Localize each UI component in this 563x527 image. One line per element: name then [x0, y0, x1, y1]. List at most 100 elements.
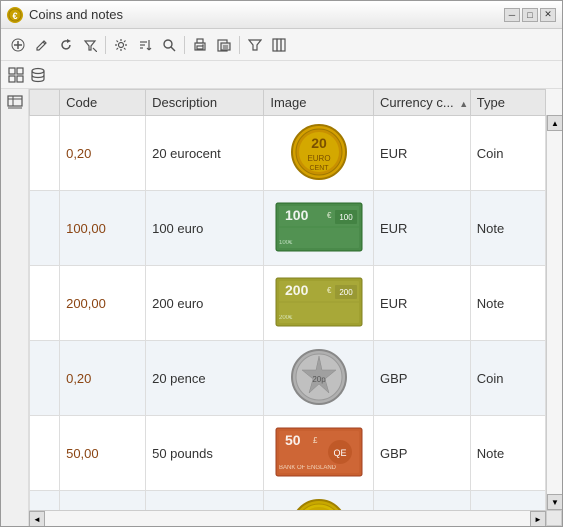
- separator-1: [105, 36, 106, 54]
- row-selector: [30, 416, 60, 491]
- table-row[interactable]: 100,00100 euro 100 € 100€ 100 EURNote: [30, 191, 546, 266]
- minimize-button[interactable]: ─: [504, 8, 520, 22]
- vertical-scrollbar[interactable]: ▲ ▼: [546, 115, 562, 510]
- header-select: [30, 90, 60, 116]
- print-button[interactable]: [189, 34, 211, 56]
- svg-text:200€: 200€: [279, 315, 293, 321]
- filter-button[interactable]: [244, 34, 266, 56]
- row-selector: [30, 341, 60, 416]
- scroll-right-button[interactable]: ►: [530, 511, 546, 526]
- h-scroll-track[interactable]: [45, 511, 530, 526]
- cell-currency: EUR: [373, 116, 470, 191]
- cell-description: 200 euro: [146, 266, 264, 341]
- table-row[interactable]: 200,00200 euro 200 € 200€ 200 EURNote: [30, 266, 546, 341]
- search-button[interactable]: [158, 34, 180, 56]
- cell-image: 200 € 200€ 200: [264, 266, 374, 341]
- svg-text:€: €: [327, 211, 332, 220]
- cell-description: 50 pounds: [146, 416, 264, 491]
- header-type[interactable]: Type: [470, 90, 545, 116]
- app-icon: €: [7, 7, 23, 23]
- db-icon[interactable]: [29, 66, 47, 84]
- table-row[interactable]: 1,001 pound £1 ONE POUND GBPCoin: [30, 491, 546, 511]
- svg-text:200: 200: [339, 288, 353, 297]
- cell-type: Coin: [470, 491, 545, 511]
- header-currency[interactable]: Currency c... ▲: [373, 90, 470, 116]
- main-window: € Coins and notes ─ □ ✕: [0, 0, 563, 527]
- cell-type: Coin: [470, 116, 545, 191]
- cell-code: 0,20: [60, 341, 146, 416]
- restore-button[interactable]: □: [522, 8, 538, 22]
- cell-code: 0,20: [60, 116, 146, 191]
- separator-2: [184, 36, 185, 54]
- cell-type: Coin: [470, 341, 545, 416]
- filter-toggle-button[interactable]: [79, 34, 101, 56]
- cell-description: 20 eurocent: [146, 116, 264, 191]
- svg-text:20p: 20p: [312, 375, 326, 384]
- row-selector: [30, 266, 60, 341]
- cell-code: 200,00: [60, 266, 146, 341]
- scroll-track[interactable]: [547, 131, 562, 494]
- cell-description: 20 pence: [146, 341, 264, 416]
- table-body: 0,2020 eurocent 20 EURO CENT EURCoin100,…: [30, 116, 546, 511]
- sort-button[interactable]: [134, 34, 156, 56]
- svg-text:50: 50: [285, 432, 301, 448]
- refresh-button[interactable]: [55, 34, 77, 56]
- add-button[interactable]: [7, 34, 29, 56]
- scroll-down-button[interactable]: ▼: [547, 494, 562, 510]
- svg-text:20: 20: [311, 135, 327, 151]
- cell-image: 20 EURO CENT: [264, 116, 374, 191]
- horizontal-scrollbar[interactable]: ◄ ►: [29, 510, 546, 526]
- window-title: Coins and notes: [29, 7, 504, 22]
- title-bar: € Coins and notes ─ □ ✕: [1, 1, 562, 29]
- separator-3: [239, 36, 240, 54]
- svg-text:100: 100: [285, 207, 309, 223]
- cell-currency: GBP: [373, 416, 470, 491]
- cell-code: 100,00: [60, 191, 146, 266]
- table-row[interactable]: 50,0050 pounds 50 £ BANK OF ENGLAND QE G…: [30, 416, 546, 491]
- svg-text:CENT: CENT: [309, 165, 329, 172]
- table-scroll[interactable]: Code Description Image Currency c... ▲ T…: [29, 89, 546, 510]
- table-row[interactable]: 0,2020 pence 20p GBPCoin: [30, 341, 546, 416]
- svg-text:£: £: [313, 436, 318, 445]
- svg-text:100€: 100€: [279, 240, 293, 246]
- svg-text:€: €: [327, 286, 332, 295]
- sort-arrow: ▲: [459, 99, 468, 109]
- scrollbar-corner: [546, 510, 562, 526]
- table-row[interactable]: 0,2020 eurocent 20 EURO CENT EURCoin: [30, 116, 546, 191]
- cell-description: 100 euro: [146, 191, 264, 266]
- settings-button[interactable]: [110, 34, 132, 56]
- cell-image: 20p: [264, 341, 374, 416]
- header-image[interactable]: Image: [264, 90, 374, 116]
- header-code[interactable]: Code: [60, 90, 146, 116]
- scroll-left-button[interactable]: ◄: [29, 511, 45, 526]
- cell-currency: EUR: [373, 191, 470, 266]
- cell-description: 1 pound: [146, 491, 264, 511]
- row-selector: [30, 491, 60, 511]
- svg-text:BANK OF ENGLAND: BANK OF ENGLAND: [279, 465, 337, 471]
- svg-text:EURO: EURO: [307, 154, 330, 163]
- svg-text:QE: QE: [333, 448, 346, 458]
- scroll-up-button[interactable]: ▲: [547, 115, 562, 131]
- cell-image: 50 £ BANK OF ENGLAND QE: [264, 416, 374, 491]
- main-toolbar: [1, 29, 562, 61]
- sidebar-icon-1[interactable]: [5, 93, 25, 113]
- content-area: Code Description Image Currency c... ▲ T…: [1, 89, 562, 526]
- close-button[interactable]: ✕: [540, 8, 556, 22]
- cell-type: Note: [470, 191, 545, 266]
- data-table: Code Description Image Currency c... ▲ T…: [29, 89, 546, 510]
- svg-text:200: 200: [285, 282, 309, 298]
- edit-button[interactable]: [31, 34, 53, 56]
- view-icon[interactable]: [7, 66, 25, 84]
- cell-code: 50,00: [60, 416, 146, 491]
- table-wrapper: Code Description Image Currency c... ▲ T…: [29, 89, 562, 526]
- cell-image: 100 € 100€ 100: [264, 191, 374, 266]
- cell-currency: GBP: [373, 491, 470, 511]
- print-preview-button[interactable]: [213, 34, 235, 56]
- svg-text:€: €: [12, 11, 17, 21]
- cell-currency: GBP: [373, 341, 470, 416]
- header-description[interactable]: Description: [146, 90, 264, 116]
- table-header-row: Code Description Image Currency c... ▲ T…: [30, 90, 546, 116]
- columns-button[interactable]: [268, 34, 290, 56]
- sub-toolbar: [1, 61, 562, 89]
- cell-type: Note: [470, 416, 545, 491]
